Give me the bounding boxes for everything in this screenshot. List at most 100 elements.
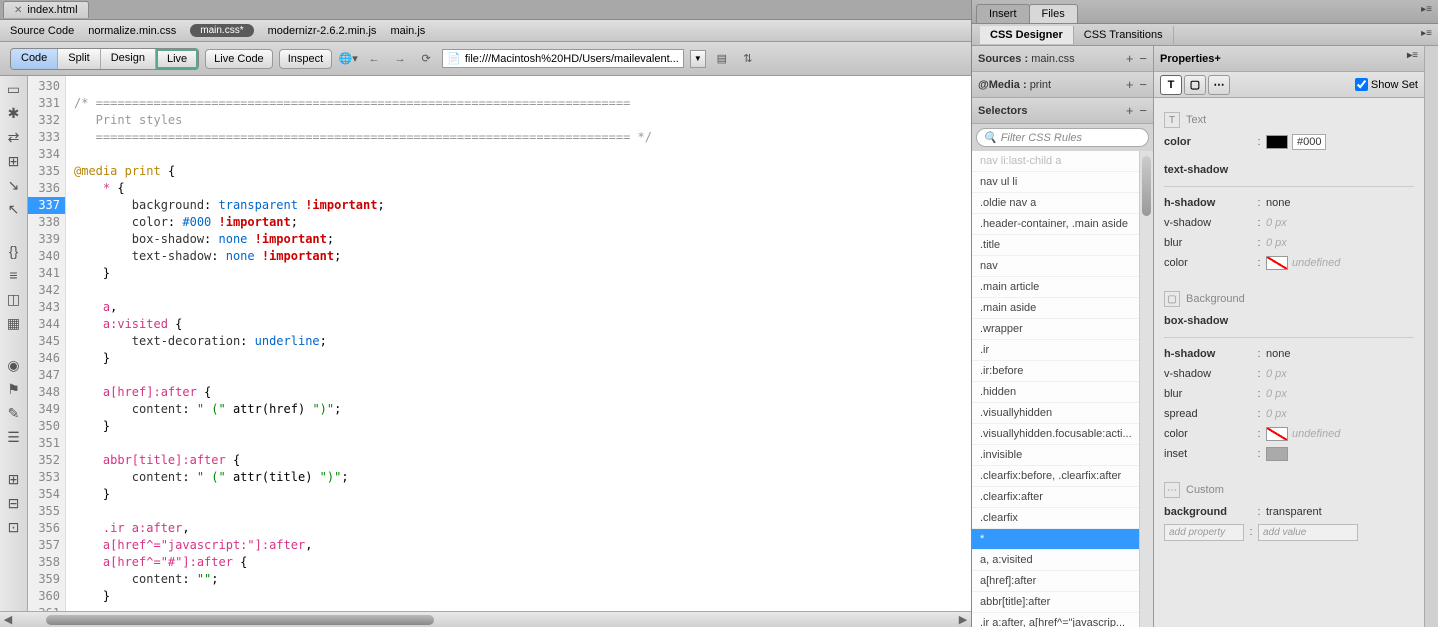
forward-icon[interactable]: → <box>390 49 410 69</box>
code-content[interactable]: /* =====================================… <box>66 76 971 611</box>
code-line[interactable]: } <box>66 418 971 435</box>
code-line[interactable]: color: #000 !important; <box>66 214 971 231</box>
line-number[interactable]: 340 <box>28 248 65 265</box>
code-line[interactable]: @media print { <box>66 163 971 180</box>
panel-menu-icon[interactable]: ▸≡ <box>1421 4 1432 15</box>
selector-item[interactable]: * <box>972 529 1139 550</box>
line-number[interactable]: 334 <box>28 146 65 163</box>
color-swatch[interactable] <box>1266 135 1288 149</box>
line-number[interactable]: 335 <box>28 163 65 180</box>
code-line[interactable]: content: " (" attr(title) ")"; <box>66 469 971 486</box>
text-category-icon[interactable]: T <box>1160 75 1182 95</box>
selector-item[interactable]: .visuallyhidden.focusable:acti... <box>972 424 1139 445</box>
tool-icon[interactable]: ↘ <box>5 176 23 194</box>
live-view-button[interactable]: Live <box>156 49 198 69</box>
inset-swatch[interactable] <box>1266 447 1288 461</box>
selector-item[interactable]: .header-container, .main aside <box>972 214 1139 235</box>
tool-icon[interactable]: ⇄ <box>5 128 23 146</box>
tab-css-designer[interactable]: CSS Designer <box>980 26 1074 44</box>
code-line[interactable]: Print styles <box>66 112 971 129</box>
line-number[interactable]: 341 <box>28 265 65 282</box>
code-line[interactable]: } <box>66 265 971 282</box>
selector-item[interactable]: .title <box>972 235 1139 256</box>
code-line[interactable]: /* =====================================… <box>66 95 971 112</box>
media-value[interactable]: print <box>1030 79 1051 91</box>
line-number[interactable]: 333 <box>28 129 65 146</box>
add-property-row[interactable]: add property : add value <box>1164 522 1414 542</box>
line-number[interactable]: 348 <box>28 384 65 401</box>
live-code-button[interactable]: Live Code <box>205 49 273 69</box>
prop-blur[interactable]: blur:0 px <box>1164 384 1414 404</box>
code-line[interactable]: abbr[title]:after { <box>66 452 971 469</box>
code-line[interactable] <box>66 503 971 520</box>
code-line[interactable]: content: ""; <box>66 571 971 588</box>
tool-icon[interactable]: ▦ <box>5 314 23 332</box>
prop-shadow-color[interactable]: color:undefined <box>1164 253 1414 273</box>
list-icon[interactable]: ▤ <box>712 49 732 69</box>
tool-icon[interactable]: {} <box>5 242 23 260</box>
code-line[interactable]: ========================================… <box>66 129 971 146</box>
add-value-input[interactable]: add value <box>1258 524 1358 541</box>
refresh-icon[interactable]: ⟳ <box>416 49 436 69</box>
selector-item[interactable]: a[href]:after <box>972 571 1139 592</box>
selector-item[interactable]: abbr[title]:after <box>972 592 1139 613</box>
selector-item[interactable]: .oldie nav a <box>972 193 1139 214</box>
selector-item[interactable]: .main article <box>972 277 1139 298</box>
code-line[interactable]: } <box>66 486 971 503</box>
color-value[interactable]: #000 <box>1292 134 1326 150</box>
tool-icon[interactable]: ◫ <box>5 290 23 308</box>
properties-scrollbar[interactable] <box>1424 46 1438 627</box>
remove-icon[interactable]: − <box>1139 103 1147 118</box>
selector-item[interactable]: .main aside <box>972 298 1139 319</box>
line-number[interactable]: 345 <box>28 333 65 350</box>
line-number[interactable]: 347 <box>28 367 65 384</box>
related-file-active[interactable]: main.css* <box>190 24 253 37</box>
line-number[interactable]: 349 <box>28 401 65 418</box>
tool-icon[interactable]: ⚑ <box>5 380 23 398</box>
line-number[interactable]: 354 <box>28 486 65 503</box>
tool-icon[interactable]: ↖ <box>5 200 23 218</box>
related-file[interactable]: normalize.min.css <box>88 25 176 37</box>
prop-color[interactable]: color : #000 <box>1164 132 1414 152</box>
background-category-icon[interactable]: ▢ <box>1184 75 1206 95</box>
tool-icon[interactable]: ≡ <box>5 266 23 284</box>
line-number[interactable]: 343 <box>28 299 65 316</box>
line-number[interactable]: 332 <box>28 112 65 129</box>
inspect-button[interactable]: Inspect <box>279 49 332 69</box>
close-icon[interactable]: ✕ <box>14 5 22 16</box>
show-set-checkbox[interactable] <box>1355 78 1368 91</box>
prop-blur[interactable]: blur:0 px <box>1164 233 1414 253</box>
line-number[interactable]: 359 <box>28 571 65 588</box>
sources-value[interactable]: main.css <box>1031 53 1074 65</box>
tab-files[interactable]: Files <box>1029 4 1078 23</box>
tab-insert[interactable]: Insert <box>976 4 1030 23</box>
code-line[interactable]: } <box>66 588 971 605</box>
back-icon[interactable]: ← <box>364 49 384 69</box>
code-line[interactable]: a:visited { <box>66 316 971 333</box>
tool-icon[interactable]: ▭ <box>5 80 23 98</box>
line-number[interactable]: 342 <box>28 282 65 299</box>
line-number[interactable]: 356 <box>28 520 65 537</box>
prop-inset[interactable]: inset: <box>1164 444 1414 464</box>
tool-icon[interactable]: ☰ <box>5 428 23 446</box>
selector-item[interactable]: .clearfix <box>972 508 1139 529</box>
code-line[interactable] <box>66 282 971 299</box>
panel-menu-icon[interactable]: ▸≡ <box>1421 28 1432 39</box>
line-number[interactable]: 360 <box>28 588 65 605</box>
code-line[interactable] <box>66 435 971 452</box>
panel-menu-icon[interactable]: ▸≡ <box>1407 50 1418 61</box>
address-field[interactable]: 📄 file:///Macintosh%20HD/Users/mailevale… <box>442 49 684 68</box>
tab-css-transitions[interactable]: CSS Transitions <box>1074 26 1174 44</box>
selector-item[interactable]: nav ul li <box>972 172 1139 193</box>
prop-h-shadow[interactable]: h-shadow:none <box>1164 193 1414 213</box>
add-property-input[interactable]: add property <box>1164 524 1244 541</box>
selector-item[interactable]: nav li:last-child a <box>972 151 1139 172</box>
code-line[interactable]: a[href^="javascript:"]:after, <box>66 537 971 554</box>
selector-item[interactable]: .clearfix:after <box>972 487 1139 508</box>
line-number[interactable]: 346 <box>28 350 65 367</box>
line-number[interactable]: 338 <box>28 214 65 231</box>
code-line[interactable]: a[href]:after { <box>66 384 971 401</box>
line-number[interactable]: 358 <box>28 554 65 571</box>
color-swatch[interactable] <box>1266 427 1288 441</box>
line-number[interactable]: 357 <box>28 537 65 554</box>
